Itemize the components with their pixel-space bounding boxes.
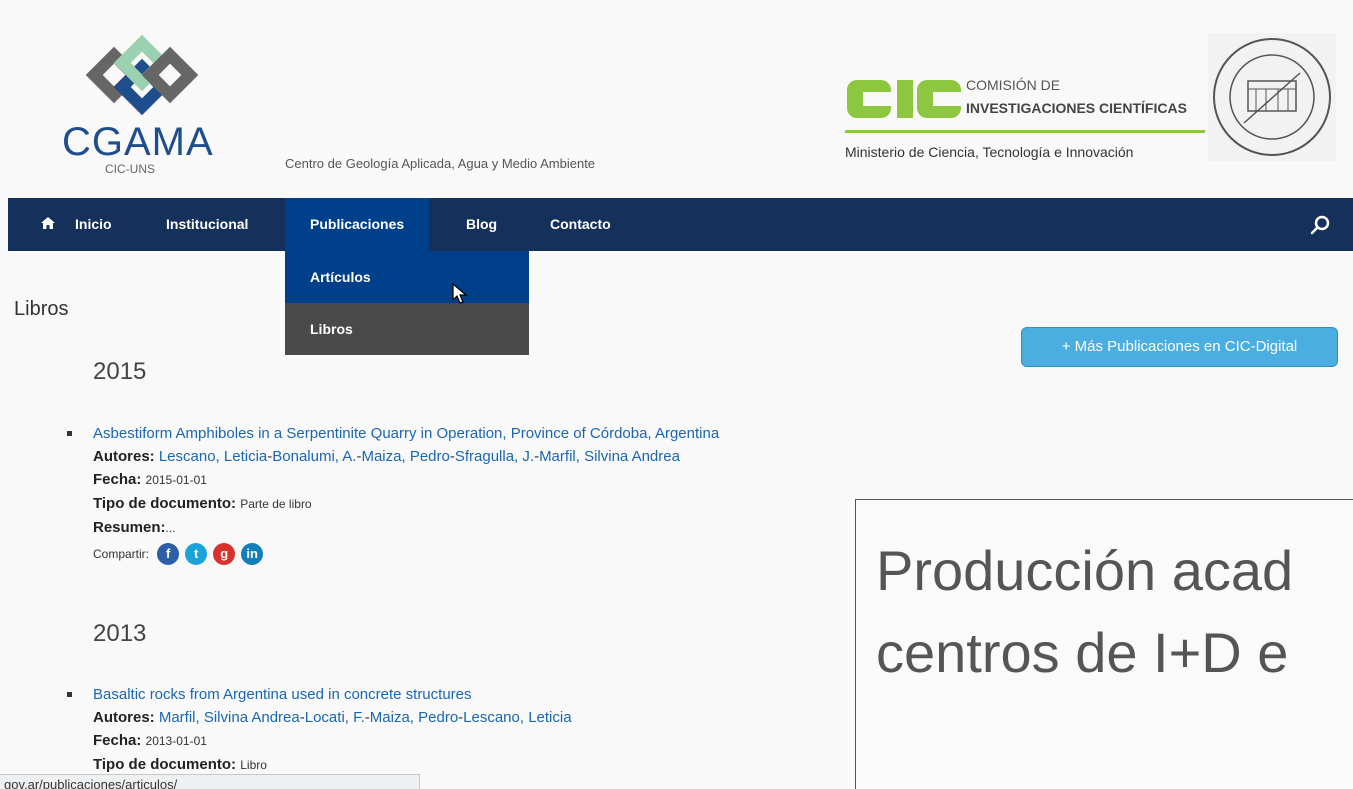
nav-item-publicaciones[interactable]: Publicaciones bbox=[285, 198, 430, 251]
year-heading: 2015 bbox=[93, 358, 147, 385]
abstract-value[interactable]: ... bbox=[166, 521, 176, 535]
date-value: 2015-01-01 bbox=[145, 473, 207, 487]
date-label: Fecha: bbox=[93, 732, 142, 749]
doctype-value: Parte de libro bbox=[240, 497, 312, 511]
nav-item-contacto[interactable]: Contacto bbox=[540, 198, 621, 251]
logo-title: CGAMA bbox=[62, 120, 214, 164]
author-link[interactable]: Maiza, Pedro bbox=[370, 709, 458, 726]
ministry-name: Ministerio de Ciencia, Tecnología e Inno… bbox=[845, 144, 1134, 160]
authors-label: Autores: bbox=[93, 709, 155, 726]
doctype-label: Tipo de documento: bbox=[93, 756, 237, 773]
promo-banner[interactable]: Producción acad centros de I+D e bbox=[855, 499, 1353, 789]
mouse-cursor-icon bbox=[452, 283, 468, 304]
author-link[interactable]: Sfragulla, J. bbox=[455, 448, 534, 465]
search-icon[interactable] bbox=[1307, 212, 1333, 238]
authors-label: Autores: bbox=[93, 448, 155, 465]
more-publications-button[interactable]: + Más Publicaciones en CIC-Digital bbox=[1021, 327, 1338, 367]
bullet bbox=[67, 431, 72, 436]
publication-title-link[interactable]: Asbestiform Amphiboles in a Serpentinite… bbox=[93, 425, 719, 442]
author-link[interactable]: Locati, F. bbox=[305, 709, 365, 726]
nav-item-institucional[interactable]: Institucional bbox=[156, 198, 258, 251]
nav-item-blog[interactable]: Blog bbox=[456, 198, 507, 251]
author-link[interactable]: Bonalumi, A. bbox=[272, 448, 356, 465]
author-link[interactable]: Lescano, Leticia bbox=[159, 448, 267, 465]
nav-item-inicio[interactable]: Inicio bbox=[65, 198, 122, 251]
uns-seal-logo[interactable] bbox=[1208, 33, 1336, 161]
main-navbar: Inicio Institucional Publicaciones Blog … bbox=[8, 198, 1353, 251]
publication-entry: Basaltic rocks from Argentina used in co… bbox=[67, 683, 853, 777]
cic-divider bbox=[845, 130, 1205, 133]
cic-name-line2: INVESTIGACIONES CIENTÍFICAS bbox=[966, 100, 1187, 116]
banner-line-1: Producción acad bbox=[876, 539, 1294, 602]
center-name: Centro de Geología Aplicada, Agua y Medi… bbox=[285, 156, 596, 171]
doctype-value: Libro bbox=[240, 758, 267, 772]
date-label: Fecha: bbox=[93, 471, 142, 488]
year-heading: 2013 bbox=[93, 620, 147, 647]
abstract-label: Resumen: bbox=[93, 519, 166, 536]
logo-subtitle: CIC-UNS bbox=[105, 162, 155, 176]
google-plus-icon[interactable]: g bbox=[213, 543, 236, 566]
author-link[interactable]: Marfil, Silvina Andrea bbox=[159, 709, 300, 726]
share-label: Compartir: bbox=[93, 547, 150, 561]
browser-status-bar: gov.ar/publicaciones/articulos/ bbox=[0, 774, 420, 789]
doctype-label: Tipo de documento: bbox=[93, 495, 237, 512]
author-link[interactable]: Marfil, Silvina Andrea bbox=[539, 448, 680, 465]
section-title: Libros bbox=[14, 298, 69, 320]
author-link[interactable]: Lescano, Leticia bbox=[463, 709, 571, 726]
facebook-icon[interactable]: f bbox=[157, 543, 180, 566]
publicaciones-dropdown: Artículos Libros bbox=[285, 251, 529, 355]
home-icon[interactable] bbox=[40, 216, 56, 230]
dropdown-item-libros[interactable]: Libros bbox=[285, 303, 529, 355]
banner-line-2: centros de I+D e bbox=[876, 621, 1289, 684]
bullet bbox=[67, 692, 72, 697]
publication-title-link[interactable]: Basaltic rocks from Argentina used in co… bbox=[93, 686, 472, 703]
twitter-icon[interactable]: t bbox=[185, 543, 208, 566]
cic-name-line1: COMISIÓN DE bbox=[966, 77, 1061, 93]
linkedin-icon[interactable]: in bbox=[241, 543, 264, 566]
publication-entry: Asbestiform Amphiboles in a Serpentinite… bbox=[67, 422, 853, 566]
dropdown-item-articulos[interactable]: Artículos bbox=[285, 251, 529, 303]
date-value: 2013-01-01 bbox=[145, 734, 207, 748]
author-link[interactable]: Maiza, Pedro bbox=[361, 448, 449, 465]
